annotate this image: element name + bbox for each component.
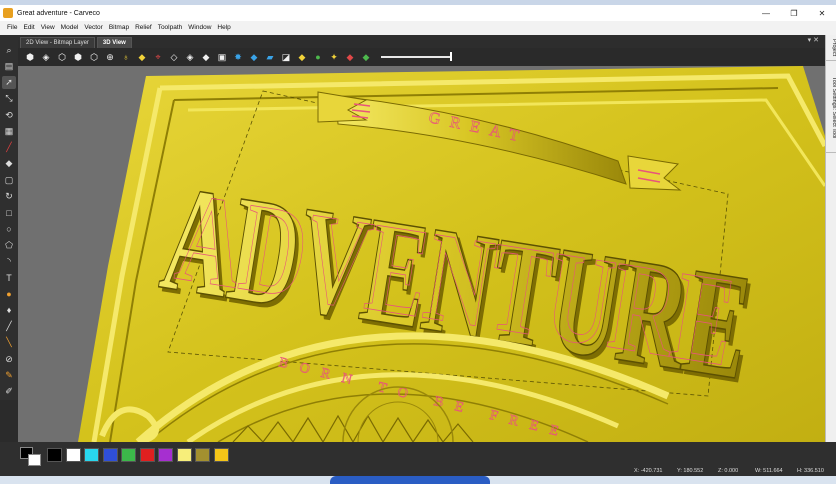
relief-render: GREAT ADVENTURE ADVENTURE ADVENTURE BORN… [18,66,825,442]
menu-window[interactable]: Window [185,21,214,35]
shaded-icon[interactable]: ◆ [199,50,213,64]
axis-icon[interactable]: ⌖ [151,50,165,64]
colour-relief-icon[interactable]: ◆ [343,50,357,64]
grid-icon[interactable]: ▦ [2,125,16,138]
paint-icon[interactable]: ✎ [2,369,16,382]
window-title: Great adventure - Carveco [17,9,100,17]
palette-swatch[interactable] [158,448,173,462]
carveco-window: Great adventure - Carveco — ❐ ✕ File Edi… [0,0,836,484]
palette-swatches [47,448,232,462]
draw-vectors-icon[interactable]: ◇ [167,50,181,64]
app-icon [3,8,13,18]
color-palette-bar: X: -420.731 Y: 180.552 Z: 0.000 W: 511.6… [0,442,836,476]
toolpath-preview-icon[interactable]: ● [311,50,325,64]
display-bitmap-icon[interactable]: ◪ [279,50,293,64]
dropper-icon[interactable]: ♦ [2,304,16,317]
view-front-icon[interactable]: ⬡ [55,50,69,64]
taskbar-strip [0,476,836,484]
view-tabs: 2D View - Bitmap Layer 3D View ▾ ✕ [0,35,825,48]
menu-file[interactable]: File [4,21,20,35]
transparency-slider[interactable] [381,52,452,61]
tab-controls[interactable]: ▾ ✕ [808,36,819,44]
multi-colour-icon[interactable]: ◆ [359,50,373,64]
status-h: H: 336.510 [797,468,824,474]
line-icon[interactable]: ╱ [2,320,16,333]
polygon-icon[interactable]: ⬠ [2,239,16,252]
zoom-fit-icon[interactable]: ⊕ [103,50,117,64]
transform-icon[interactable]: ⟲ [2,109,16,122]
menu-relief[interactable]: Relief [132,21,155,35]
palette-swatch[interactable] [102,448,118,462]
status-y: Y: 180.552 [677,468,704,474]
right-dock-tabs: Project Tool Settings: Select Tool [825,35,836,442]
layers-icon[interactable]: ◈ [183,50,197,64]
fill-icon[interactable]: ● [2,287,16,300]
slider-knob[interactable] [450,52,452,61]
print-icon[interactable]: ▤ [2,60,16,73]
tool-settings-tab[interactable]: Tool Settings: Select Tool [826,63,836,153]
light-icon[interactable]: ♁ [119,50,133,64]
menu-bitmap[interactable]: Bitmap [106,21,132,35]
view-back-icon[interactable]: ⬡ [87,50,101,64]
render-icon[interactable]: ✦ [327,50,341,64]
3d-toolbar: ⬢ ◈ ⬡ ⬢ ⬡ ⊕ ♁ ◆ ⌖ ◇ ◈ ◆ ▣ ✸ ◆ ▰ ◪ ◆ ● ✦ … [18,48,825,66]
palette-swatch[interactable] [121,448,136,462]
tab-3d-view[interactable]: 3D View [96,37,132,48]
project-tab[interactable]: Project [826,35,836,61]
arc-icon[interactable]: ◝ [2,255,16,268]
material-icon[interactable]: ◆ [135,50,149,64]
menu-toolpath[interactable]: Toolpath [155,21,186,35]
menu-model[interactable]: Model [58,21,82,35]
square-icon[interactable]: □ [2,206,16,219]
foreground-background-color[interactable] [20,447,42,467]
view-top-icon[interactable]: ◈ [39,50,53,64]
node-edit-icon[interactable]: ⤡ [2,92,16,105]
transparent-icon[interactable]: ▣ [215,50,229,64]
palette-swatch[interactable] [84,448,99,462]
maximize-button[interactable]: ❐ [780,5,808,21]
palette-swatch[interactable] [65,448,81,462]
tab-2d-view[interactable]: 2D View - Bitmap Layer [20,37,95,48]
title-bar: Great adventure - Carveco — ❐ ✕ [0,5,836,21]
palette-swatch[interactable] [176,448,192,462]
view-side-icon[interactable]: ⬢ [71,50,85,64]
background-color[interactable] [28,454,41,466]
text-icon[interactable]: T [2,271,16,284]
eraser-icon[interactable]: ◆ [2,157,16,170]
rectangle-select-icon[interactable]: ▢ [2,174,16,187]
palette-swatch[interactable] [47,448,62,462]
rotate-icon[interactable]: ↻ [2,190,16,203]
menu-bar: File Edit View Model Vector Bitmap Relie… [0,21,836,35]
wireframe-icon[interactable]: ◆ [247,50,261,64]
palette-swatch[interactable] [139,448,155,462]
lighting-icon[interactable]: ✸ [231,50,245,64]
status-z: Z: 0.000 [718,468,739,474]
close-button[interactable]: ✕ [808,5,836,21]
pen-icon[interactable]: ╱ [2,141,16,154]
menu-edit[interactable]: Edit [20,21,37,35]
select-tool-icon[interactable]: ➚ [2,76,16,90]
menu-view[interactable]: View [38,21,58,35]
zoom-icon[interactable]: ⌕ [2,44,16,57]
relief-display-icon[interactable]: ◆ [295,50,309,64]
left-toolbar: ⌕ ▤ ➚ ⤡ ⟲ ▦ ╱ ◆ ▢ ↻ □ ○ ⬠ ◝ T ● ♦ ╱ ╲ ⊘ … [0,40,18,400]
pencil-icon[interactable]: ✐ [2,385,16,398]
view-iso-icon[interactable]: ⬢ [23,50,37,64]
brush-icon[interactable]: ╲ [2,336,16,349]
circle-icon[interactable]: ○ [2,222,16,235]
status-w: W: 511.664 [755,468,783,474]
relief-box-icon[interactable]: ▰ [263,50,277,64]
minimize-button[interactable]: — [752,5,780,21]
palette-swatch[interactable] [213,448,229,462]
smudge-icon[interactable]: ⊘ [2,353,16,366]
status-x: X: -420.731 [634,468,663,474]
wallpaper-shape [330,476,490,484]
3d-viewport[interactable]: GREAT ADVENTURE ADVENTURE ADVENTURE BORN… [18,66,825,442]
palette-swatch[interactable] [195,448,210,462]
menu-help[interactable]: Help [214,21,233,35]
menu-vector[interactable]: Vector [81,21,105,35]
